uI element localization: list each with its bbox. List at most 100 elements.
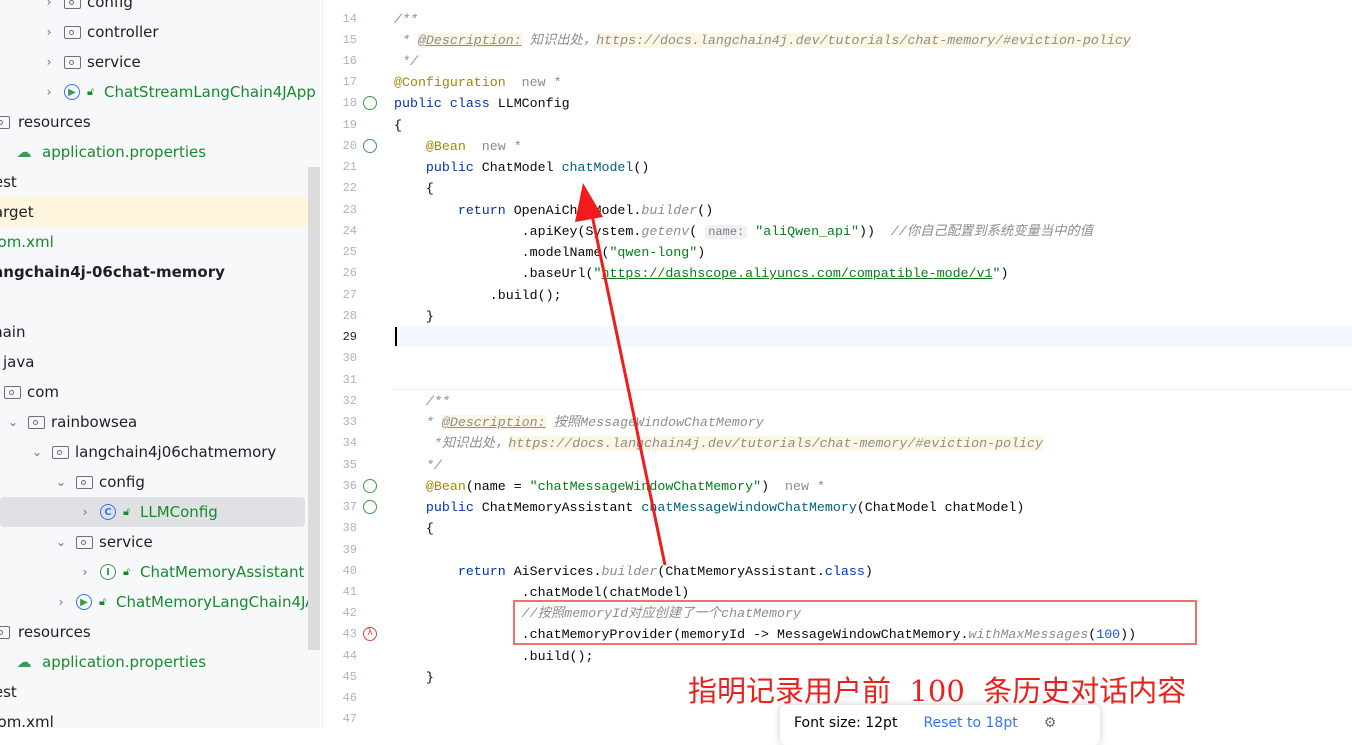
code-token: 知识出处， <box>521 32 597 48</box>
font-size-popup: Font size: 12pt Reset to 18pt ⚙ <box>780 705 1100 745</box>
line-number: 36 <box>342 478 357 493</box>
tree-item-label: test <box>0 683 17 701</box>
code-token: @Bean <box>425 138 466 154</box>
project-tree-scrollbar[interactable] <box>308 167 320 650</box>
reset-font-size-link[interactable]: Reset to 18pt <box>923 715 1017 731</box>
line-number: 44 <box>342 648 357 663</box>
line-number: 42 <box>342 606 357 621</box>
chevron-right-icon[interactable]: › <box>56 595 66 609</box>
code-token: /** <box>425 393 450 409</box>
tree-item[interactable]: › config <box>0 0 320 17</box>
line-number: 39 <box>342 542 357 557</box>
code-token: return <box>457 202 514 218</box>
tree-item[interactable]: ⌄ service <box>0 527 320 557</box>
chevron-right-icon[interactable]: › <box>44 0 54 9</box>
tree-item[interactable]: › controller <box>0 17 320 47</box>
code-token: name: <box>705 224 748 239</box>
line-number: 30 <box>342 351 357 366</box>
tree-item[interactable]: › I 🔓︎ ChatMemoryAssistant <box>0 557 320 587</box>
code-token: *知识出处， <box>433 436 509 452</box>
tree-item[interactable]: resources <box>0 617 320 647</box>
code-token: (ChatMemoryAssistant. <box>657 563 825 579</box>
tree-item[interactable]: main <box>0 317 320 347</box>
tree-item[interactable]: › C 🔓︎ LLMConfig <box>0 497 305 527</box>
tree-item-label: java <box>3 353 35 371</box>
line-number: 24 <box>342 223 357 238</box>
tree-item[interactable]: ⌄ rainbowsea <box>0 407 320 437</box>
code-token: @Description: <box>417 32 522 48</box>
tree-item[interactable]: ⌄ config <box>0 467 320 497</box>
spring-bean-icon[interactable] <box>363 500 377 515</box>
code-token: https://docs.langchain4j.dev/tutorials/c… <box>596 32 1131 48</box>
tree-item[interactable]: test <box>0 167 320 197</box>
code-token: } <box>394 669 434 685</box>
tree-item[interactable]: › service <box>0 47 320 77</box>
code-line: public class LLMConfig <box>394 93 570 114</box>
chevron-down-icon[interactable]: ⌄ <box>8 415 18 429</box>
tree-item[interactable] <box>0 287 320 317</box>
tree-item[interactable]: test <box>0 677 320 707</box>
code-token: //你自己配置到系统变量当中的值 <box>890 223 1094 239</box>
line-number: 21 <box>342 160 357 175</box>
code-token: */ <box>425 457 442 473</box>
tree-item[interactable]: ☁ application.properties <box>0 647 320 677</box>
chevron-right-icon[interactable]: › <box>44 25 54 39</box>
code-line: { <box>394 115 402 136</box>
lock-open-icon: 🔓︎ <box>123 505 131 518</box>
package-folder-icon <box>3 383 21 401</box>
tree-item[interactable]: ⌄com <box>0 377 320 407</box>
package-folder-icon <box>51 443 69 461</box>
code-token: .build(); <box>394 287 562 303</box>
line-number: 26 <box>342 266 357 281</box>
code-token: "qwen-long" <box>609 245 698 261</box>
spring-properties-icon: ☁ <box>16 143 32 161</box>
code-token: "chatMessageWindowChatMemory" <box>529 478 762 494</box>
code-line: @Configuration new * <box>394 72 562 93</box>
code-line: */ <box>394 51 418 72</box>
tree-item[interactable]: java <box>0 347 320 377</box>
chevron-right-icon[interactable]: › <box>44 55 54 69</box>
lambda-icon[interactable]: λ <box>363 627 377 642</box>
code-line: { <box>394 178 434 199</box>
tree-item[interactable]: ⌄ langchain4j06chatmemory <box>0 437 320 467</box>
text-caret <box>395 327 397 346</box>
chevron-right-icon[interactable]: › <box>80 505 90 519</box>
package-folder-icon <box>75 533 93 551</box>
tree-item-label: langchain4j06chatmemory <box>75 443 277 461</box>
code-token[interactable]: https://dashscope.aliyuncs.com/compatibl… <box>601 266 992 281</box>
tree-item[interactable]: target <box>0 197 320 227</box>
tree-item-label: application.properties <box>42 653 207 671</box>
code-token: public <box>425 500 482 516</box>
tree-item-label: pom.xml <box>0 233 54 251</box>
code-line: */ <box>394 455 442 476</box>
line-number: 29 <box>342 330 357 345</box>
code-line: /** <box>394 9 418 30</box>
chevron-right-icon[interactable]: › <box>44 85 54 99</box>
tree-item[interactable]: pom.xml <box>0 227 320 257</box>
chevron-down-icon[interactable]: ⌄ <box>56 475 66 489</box>
gear-icon[interactable]: ⚙ <box>1044 715 1057 731</box>
tree-item[interactable]: resources <box>0 107 320 137</box>
chevron-down-icon[interactable]: ⌄ <box>32 445 42 459</box>
line-number: 20 <box>342 138 357 153</box>
tree-item[interactable]: ☁ application.properties <box>0 137 320 167</box>
spring-bean-icon[interactable] <box>363 96 377 111</box>
line-number: 34 <box>342 436 357 451</box>
chevron-down-icon[interactable]: ⌄ <box>56 535 66 549</box>
code-token: ( <box>689 223 706 239</box>
tree-item[interactable]: langchain4j-06chat-memory <box>0 257 320 287</box>
tree-item[interactable]: › ▶ 🔓︎ ChatMemoryLangChain4JApp <box>0 587 320 617</box>
spring-bean-icon[interactable] <box>363 138 377 153</box>
tree-item-label: ChatStreamLangChain4JApp <box>104 83 316 101</box>
tree-item[interactable]: › ▶ 🔓︎ ChatStreamLangChain4JApp <box>0 77 320 107</box>
spring-bean-icon[interactable] <box>363 478 377 493</box>
package-folder-icon <box>75 473 93 491</box>
line-number: 18 <box>342 96 357 111</box>
line-number: 31 <box>342 372 357 387</box>
lock-open-icon: 🔓︎ <box>87 85 95 98</box>
chevron-right-icon[interactable]: › <box>80 565 90 579</box>
tree-item[interactable]: pom.xml <box>0 707 320 728</box>
